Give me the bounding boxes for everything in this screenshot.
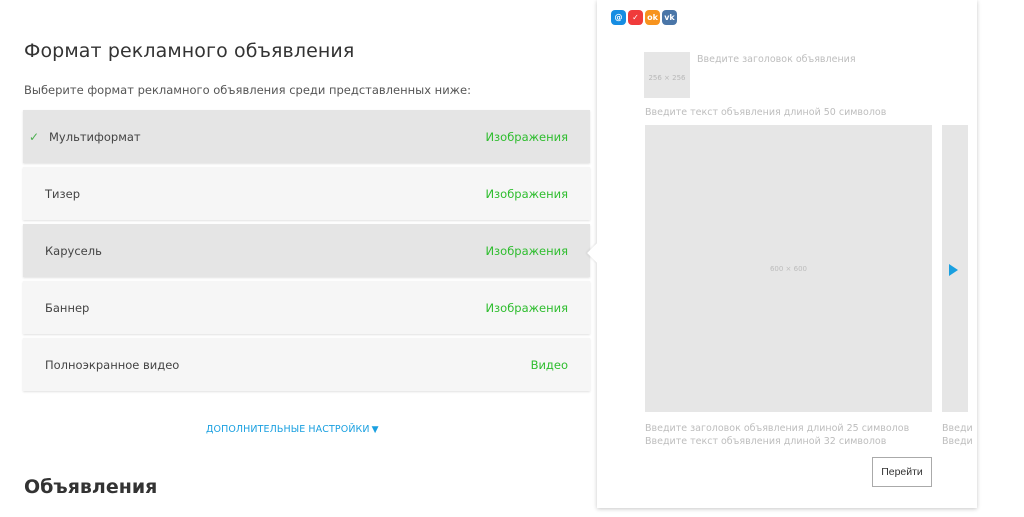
- format-type: Видео: [530, 357, 568, 372]
- format-name: Тизер: [45, 186, 80, 201]
- format-type: Изображения: [485, 186, 568, 201]
- main-image-placeholder: 600 × 600: [645, 125, 932, 412]
- page-title: Формат рекламного объявления: [24, 40, 355, 62]
- format-type: Изображения: [485, 243, 568, 258]
- vk-icon[interactable]: vk: [662, 10, 677, 25]
- mail-ru-icon[interactable]: @: [611, 10, 626, 25]
- triangle-down-icon: ▼: [371, 424, 379, 435]
- format-option-fullscreen-video[interactable]: Полноэкранное видео Видео: [23, 338, 590, 391]
- thumbnail-size-label: 256 × 256: [648, 74, 686, 82]
- format-option-multiformat[interactable]: ✓ Мультиформат Изображения: [23, 110, 590, 163]
- format-name: Баннер: [45, 300, 90, 315]
- format-type: Изображения: [485, 300, 568, 315]
- carousel-next-icon[interactable]: [949, 264, 958, 276]
- format-option-banner[interactable]: Баннер Изображения: [23, 281, 590, 334]
- social-network-icons: @ ✓ ok vk: [611, 10, 677, 25]
- next-card-headline-placeholder: Введите заголовок объявления длиной 25 с…: [942, 423, 972, 434]
- more-settings-label: ДОПОЛНИТЕЛЬНЫЕ НАСТРОЙКИ: [206, 424, 370, 435]
- card-text-placeholder: Введите текст объявления длиной 32 симво…: [645, 436, 887, 447]
- format-list: ✓ Мультиформат Изображения Тизер Изображ…: [23, 110, 590, 395]
- next-card-text-placeholder: Введите текст объявления длиной 32 симво…: [942, 436, 972, 447]
- format-name: Карусель: [45, 243, 102, 258]
- section-subtitle: Выберите формат рекламного объявления ср…: [24, 83, 471, 97]
- thumbnail-placeholder: 256 × 256: [644, 52, 690, 98]
- odnoklassniki-icon[interactable]: ok: [645, 10, 660, 25]
- go-button[interactable]: Перейти: [872, 457, 932, 487]
- image-size-label: 600 × 600: [769, 264, 808, 273]
- text-placeholder: Введите текст объявления длиной 50 симво…: [645, 107, 887, 118]
- ads-section-title: Объявления: [24, 476, 158, 498]
- format-type: Изображения: [485, 129, 568, 144]
- format-option-teaser[interactable]: Тизер Изображения: [23, 167, 590, 220]
- format-name: Полноэкранное видео: [45, 357, 180, 372]
- format-option-carousel[interactable]: Карусель Изображения: [23, 224, 590, 277]
- more-settings-link[interactable]: ДОПОЛНИТЕЛЬНЫЕ НАСТРОЙКИ ▼: [206, 424, 379, 435]
- format-name: Мультиформат: [49, 129, 141, 144]
- headline-placeholder: Введите заголовок объявления: [697, 54, 856, 65]
- moi-mir-icon[interactable]: ✓: [628, 10, 643, 25]
- card-headline-placeholder: Введите заголовок объявления длиной 25 с…: [645, 423, 910, 434]
- check-icon: ✓: [29, 129, 40, 144]
- ad-preview-panel: @ ✓ ok vk 256 × 256 Введите заголовок об…: [587, 0, 977, 508]
